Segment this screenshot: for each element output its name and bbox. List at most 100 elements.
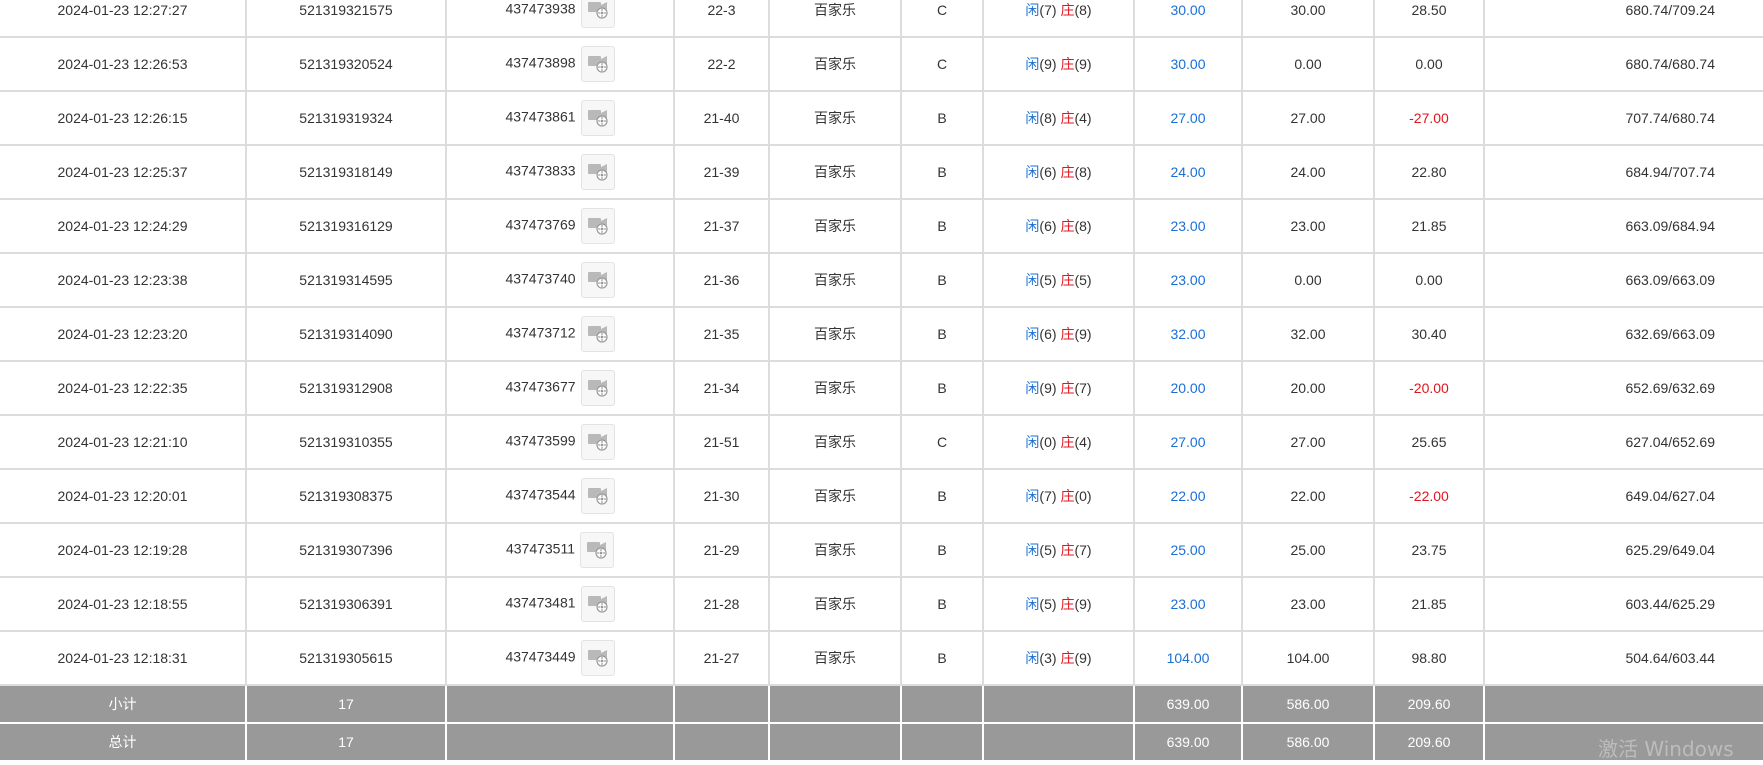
game-name: 百家乐 [769,415,902,470]
bet-amount[interactable]: 32.00 [1134,307,1243,362]
table-row: 2024-01-23 12:19:28 521319307396 437473511… [0,523,1763,578]
bet-time: 2024-01-23 12:24:29 [0,199,247,254]
table-name: B [901,631,984,686]
bet-time: 2024-01-23 12:25:37 [0,145,247,200]
bet-amount[interactable]: 23.00 [1134,253,1243,308]
bet-time: 2024-01-23 12:21:10 [0,415,247,470]
video-replay-icon[interactable] [580,100,615,136]
player-points: (0) [1039,434,1057,450]
valid-bet: 23.00 [1242,199,1375,254]
game-name: 百家乐 [769,523,902,578]
balance: 649.04/627.04 [1484,469,1763,524]
video-replay-icon[interactable] [580,478,615,514]
table-name: B [901,577,984,632]
bet-amount[interactable]: 30.00 [1134,0,1243,38]
bet-amount[interactable]: 22.00 [1134,469,1243,524]
table-row: 2024-01-23 12:23:38 521319314595 437473740… [0,253,1763,308]
win-loss: -22.00 [1374,469,1485,524]
video-replay-icon[interactable] [580,640,615,676]
game-number: 437473511 [505,540,576,557]
bet-time: 2024-01-23 12:18:55 [0,577,247,632]
banker-points: (4) [1074,110,1092,126]
player-points: (6) [1039,164,1057,180]
total-bet: 639.00 [1134,723,1243,762]
bet-amount[interactable]: 23.00 [1134,577,1243,632]
game-number-cell: 437473511 [446,523,675,578]
table-name: B [901,91,984,146]
round-number: 21-37 [674,199,770,254]
table-row: 2024-01-23 12:20:01 521319308375 437473544… [0,469,1763,524]
player-label: 闲 [1025,596,1040,612]
player-points: (3) [1039,650,1057,666]
bet-amount[interactable]: 27.00 [1134,415,1243,470]
video-replay-icon[interactable] [580,262,615,298]
result-cell: 闲(8) 庄(4) [983,91,1135,146]
table-row: 2024-01-23 12:24:29 521319316129 437473769… [0,199,1763,254]
table-row: 2024-01-23 12:26:15 521319319324 437473861… [0,91,1763,146]
game-name: 百家乐 [769,145,902,200]
game-name: 百家乐 [769,577,902,632]
video-replay-icon[interactable] [580,424,615,460]
video-replay-icon[interactable] [580,316,615,352]
game-number: 437473712 [505,324,576,341]
valid-bet: 25.00 [1242,523,1375,578]
video-replay-icon[interactable] [580,208,615,244]
subtotal-count: 17 [246,685,447,724]
bet-records-table: 2024-01-23 12:27:27 521319321575 437473938… [0,0,1763,762]
bet-amount[interactable]: 25.00 [1134,523,1243,578]
balance: 652.69/632.69 [1484,361,1763,416]
bet-amount[interactable]: 104.00 [1134,631,1243,686]
video-replay-icon[interactable] [580,46,615,82]
banker-label: 庄 [1060,326,1075,342]
bet-amount[interactable]: 30.00 [1134,37,1243,92]
valid-bet: 30.00 [1242,0,1375,38]
banker-points: (9) [1074,56,1092,72]
table-body: 2024-01-23 12:27:27 521319321575 437473938… [0,0,1763,762]
bet-time: 2024-01-23 12:18:31 [0,631,247,686]
valid-bet: 22.00 [1242,469,1375,524]
bet-amount[interactable]: 20.00 [1134,361,1243,416]
game-number-cell: 437473599 [446,415,675,470]
video-replay-icon[interactable] [580,154,615,190]
result-cell: 闲(6) 庄(8) [983,145,1135,200]
round-number: 21-35 [674,307,770,362]
player-label: 闲 [1025,488,1040,504]
video-replay-icon[interactable] [580,0,615,28]
video-replay-icon[interactable] [580,586,615,622]
banker-label: 庄 [1060,110,1075,126]
player-label: 闲 [1025,542,1040,558]
game-number: 437473938 [505,0,576,17]
player-label: 闲 [1025,650,1040,666]
table-name: C [901,0,984,38]
game-name: 百家乐 [769,253,902,308]
game-number-cell: 437473740 [446,253,675,308]
order-number: 521319321575 [246,0,447,38]
bet-amount[interactable]: 27.00 [1134,91,1243,146]
video-replay-icon[interactable] [580,370,615,406]
banker-label: 庄 [1060,542,1075,558]
total-label: 总计 [0,723,247,762]
player-points: (5) [1039,596,1057,612]
game-number: 437473833 [505,162,576,179]
bet-amount[interactable]: 24.00 [1134,145,1243,200]
order-number: 521319320524 [246,37,447,92]
game-name: 百家乐 [769,631,902,686]
win-loss: 22.80 [1374,145,1485,200]
bet-amount[interactable]: 23.00 [1134,199,1243,254]
win-loss: -20.00 [1374,361,1485,416]
balance: 680.74/680.74 [1484,37,1763,92]
valid-bet: 104.00 [1242,631,1375,686]
round-number: 21-30 [674,469,770,524]
valid-bet: 23.00 [1242,577,1375,632]
win-loss: 0.00 [1374,253,1485,308]
video-replay-icon[interactable] [580,532,615,568]
valid-bet: 0.00 [1242,37,1375,92]
round-number: 21-34 [674,361,770,416]
balance: 603.44/625.29 [1484,577,1763,632]
order-number: 521319316129 [246,199,447,254]
game-number-cell: 437473861 [446,91,675,146]
table-name: B [901,253,984,308]
game-number-cell: 437473833 [446,145,675,200]
win-loss: 98.80 [1374,631,1485,686]
bet-time: 2024-01-23 12:26:15 [0,91,247,146]
